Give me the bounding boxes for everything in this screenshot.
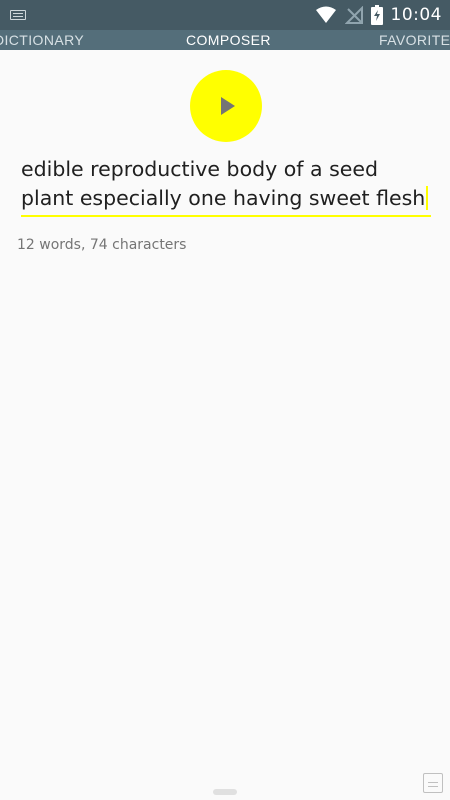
status-bar: 10:04 xyxy=(0,0,450,30)
tab-composer[interactable]: COMPOSER xyxy=(186,32,271,48)
play-icon xyxy=(221,97,235,115)
composer-text-field[interactable]: edible reproductive body of a seed plant… xyxy=(21,155,431,217)
play-button[interactable] xyxy=(190,70,262,142)
wifi-icon xyxy=(315,6,336,23)
keyboard-toggle-icon[interactable] xyxy=(423,773,443,793)
composer-panel: edible reproductive body of a seed plant… xyxy=(0,50,450,800)
word-character-count: 12 words, 74 characters xyxy=(17,237,187,253)
bottom-handle xyxy=(213,789,237,795)
tab-dictionary[interactable]: DICTIONARY xyxy=(0,32,84,48)
text-caret xyxy=(426,186,429,210)
tab-bar: DICTIONARY COMPOSER FAVORITES xyxy=(0,30,450,50)
tab-favorites[interactable]: FAVORITES xyxy=(379,32,450,48)
composer-text: edible reproductive body of a seed plant… xyxy=(21,157,426,210)
clock: 10:04 xyxy=(390,5,442,25)
keyboard-icon xyxy=(10,10,26,20)
status-icons: 10:04 xyxy=(315,0,443,30)
no-signal-icon xyxy=(344,6,363,24)
battery-charging-icon xyxy=(370,5,383,25)
